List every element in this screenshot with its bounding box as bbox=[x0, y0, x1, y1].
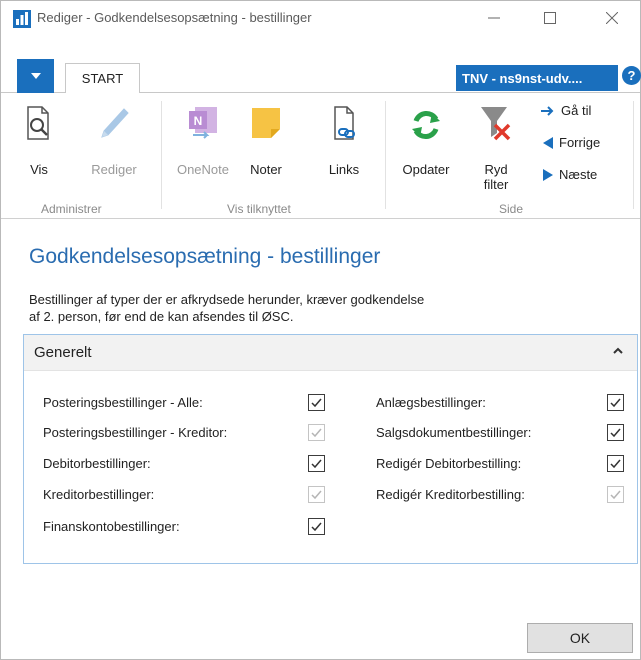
arrow-right-icon bbox=[541, 105, 554, 116]
checkbox-rediger-debitorbestilling[interactable] bbox=[607, 455, 624, 472]
links-label: Links bbox=[328, 162, 360, 177]
field-label-rediger-debitorbestilling: Redigér Debitorbestilling: bbox=[376, 456, 522, 471]
svg-text:N: N bbox=[194, 114, 203, 128]
ribbon-separator bbox=[385, 101, 386, 209]
application-menu-button[interactable] bbox=[17, 59, 54, 93]
forrige-label: Forrige bbox=[559, 135, 601, 150]
fasttab-title: Generelt bbox=[34, 344, 92, 361]
dialog-window: Rediger - Godkendelsesopsætning - bestil… bbox=[0, 0, 641, 660]
naeste-button[interactable]: Næste bbox=[543, 167, 597, 182]
ribbon-separator bbox=[633, 101, 634, 209]
checkmark-icon bbox=[311, 428, 322, 438]
vis-button[interactable]: Vis bbox=[19, 99, 59, 179]
opdater-button[interactable]: Opdater bbox=[393, 99, 459, 179]
triangle-right-icon bbox=[543, 168, 553, 181]
description-line: Bestillinger af typer der er afkrydsede … bbox=[29, 292, 425, 307]
chevron-up-icon[interactable] bbox=[613, 347, 623, 354]
minimize-icon bbox=[488, 17, 500, 19]
field-label-kreditorbestillinger: Kreditorbestillinger: bbox=[43, 487, 155, 502]
rediger-label: Rediger bbox=[91, 162, 137, 177]
group-label-vis-tilknyttet: Vis tilknyttet bbox=[227, 202, 291, 216]
vis-label: Vis bbox=[30, 162, 48, 177]
field-label-finanskontobestillinger: Finanskontobestillinger: bbox=[43, 519, 180, 534]
ribbon-separator bbox=[161, 101, 162, 209]
caret-down-icon bbox=[30, 73, 41, 79]
field-label-anlaegsbestillinger: Anlægsbestillinger: bbox=[376, 395, 486, 410]
close-icon bbox=[606, 12, 618, 24]
opdater-label: Opdater bbox=[402, 162, 450, 177]
document-search-icon bbox=[27, 106, 49, 140]
window-title: Rediger - Godkendelsesopsætning - bestil… bbox=[37, 10, 312, 25]
onenote-icon: N bbox=[189, 107, 217, 139]
checkmark-icon bbox=[311, 490, 322, 500]
rediger-button[interactable]: Rediger bbox=[81, 99, 147, 179]
checkbox-debitorbestillinger[interactable] bbox=[308, 455, 325, 472]
maximize-button[interactable] bbox=[535, 5, 565, 31]
links-button[interactable]: Links bbox=[319, 99, 369, 179]
onenote-button[interactable]: N OneNote bbox=[169, 99, 237, 179]
ryd-filter-button[interactable]: Ryd filter bbox=[473, 99, 519, 195]
checkbox-kreditorbestillinger bbox=[308, 486, 325, 503]
checkbox-posteringsbestillinger-alle[interactable] bbox=[308, 394, 325, 411]
filter-label: filter bbox=[483, 177, 509, 192]
maximize-icon bbox=[544, 12, 556, 24]
note-icon bbox=[252, 108, 280, 138]
checkmark-icon bbox=[311, 398, 322, 408]
company-badge[interactable]: TNV - ns9nst-udv.... bbox=[456, 65, 618, 91]
ribbon: Vis Rediger N OneNote Noter Links Opdate… bbox=[1, 93, 640, 219]
fasttab-header[interactable]: Generelt bbox=[24, 335, 637, 371]
group-label-side: Side bbox=[499, 202, 524, 216]
field-label-rediger-kreditorbestilling: Redigér Kreditorbestilling: bbox=[376, 487, 525, 502]
onenote-label: OneNote bbox=[176, 162, 230, 177]
page-title: Godkendelsesopsætning - bestillinger bbox=[29, 245, 381, 268]
minimize-button[interactable] bbox=[479, 5, 509, 31]
field-label-posteringsbestillinger-kreditor: Posteringsbestillinger - Kreditor: bbox=[43, 425, 228, 440]
field-label-salgsdokumentbestillinger: Salgsdokumentbestillinger: bbox=[376, 425, 532, 440]
pencil-icon bbox=[101, 108, 129, 138]
refresh-icon bbox=[412, 111, 440, 139]
title-bar: Rediger - Godkendelsesopsætning - bestil… bbox=[1, 1, 640, 35]
description-line: af 2. person, før end de kan afsendes ti… bbox=[29, 309, 294, 324]
tab-start[interactable]: START bbox=[65, 63, 140, 94]
checkbox-anlaegsbestillinger[interactable] bbox=[607, 394, 624, 411]
app-icon bbox=[13, 10, 31, 28]
field-label-debitorbestillinger: Debitorbestillinger: bbox=[43, 456, 151, 471]
naeste-label: Næste bbox=[559, 167, 598, 182]
triangle-left-icon bbox=[543, 136, 553, 149]
field-label-posteringsbestillinger-alle: Posteringsbestillinger - Alle: bbox=[43, 395, 203, 410]
checkmark-icon bbox=[610, 398, 621, 408]
ryd-label: Ryd bbox=[484, 162, 508, 177]
checkbox-rediger-kreditorbestilling bbox=[607, 486, 624, 503]
checkbox-salgsdokumentbestillinger[interactable] bbox=[607, 424, 624, 441]
checkmark-icon bbox=[311, 522, 322, 532]
help-icon[interactable]: ? bbox=[622, 66, 641, 85]
clear-filter-icon bbox=[481, 107, 511, 141]
checkmark-icon bbox=[610, 459, 621, 469]
document-link-icon bbox=[334, 106, 355, 140]
checkbox-finanskontobestillinger[interactable] bbox=[308, 518, 325, 535]
close-button[interactable] bbox=[597, 5, 627, 31]
checkbox-posteringsbestillinger-kreditor bbox=[308, 424, 325, 441]
ok-button[interactable]: OK bbox=[527, 623, 633, 653]
ga-til-button[interactable]: Gå til bbox=[541, 103, 591, 118]
forrige-button[interactable]: Forrige bbox=[543, 135, 600, 150]
checkmark-icon bbox=[311, 459, 322, 469]
group-label-administrer: Administrer bbox=[41, 202, 102, 216]
page-description: Bestillinger af typer der er afkrydsede … bbox=[29, 291, 589, 325]
ga-til-label: Gå til bbox=[561, 103, 592, 118]
checkmark-icon bbox=[610, 490, 621, 500]
noter-label: Noter bbox=[250, 162, 282, 177]
noter-button[interactable]: Noter bbox=[241, 99, 291, 179]
fasttab-generelt: Generelt Posteringsbestillinger - Alle: … bbox=[23, 334, 638, 564]
checkmark-icon bbox=[610, 428, 621, 438]
